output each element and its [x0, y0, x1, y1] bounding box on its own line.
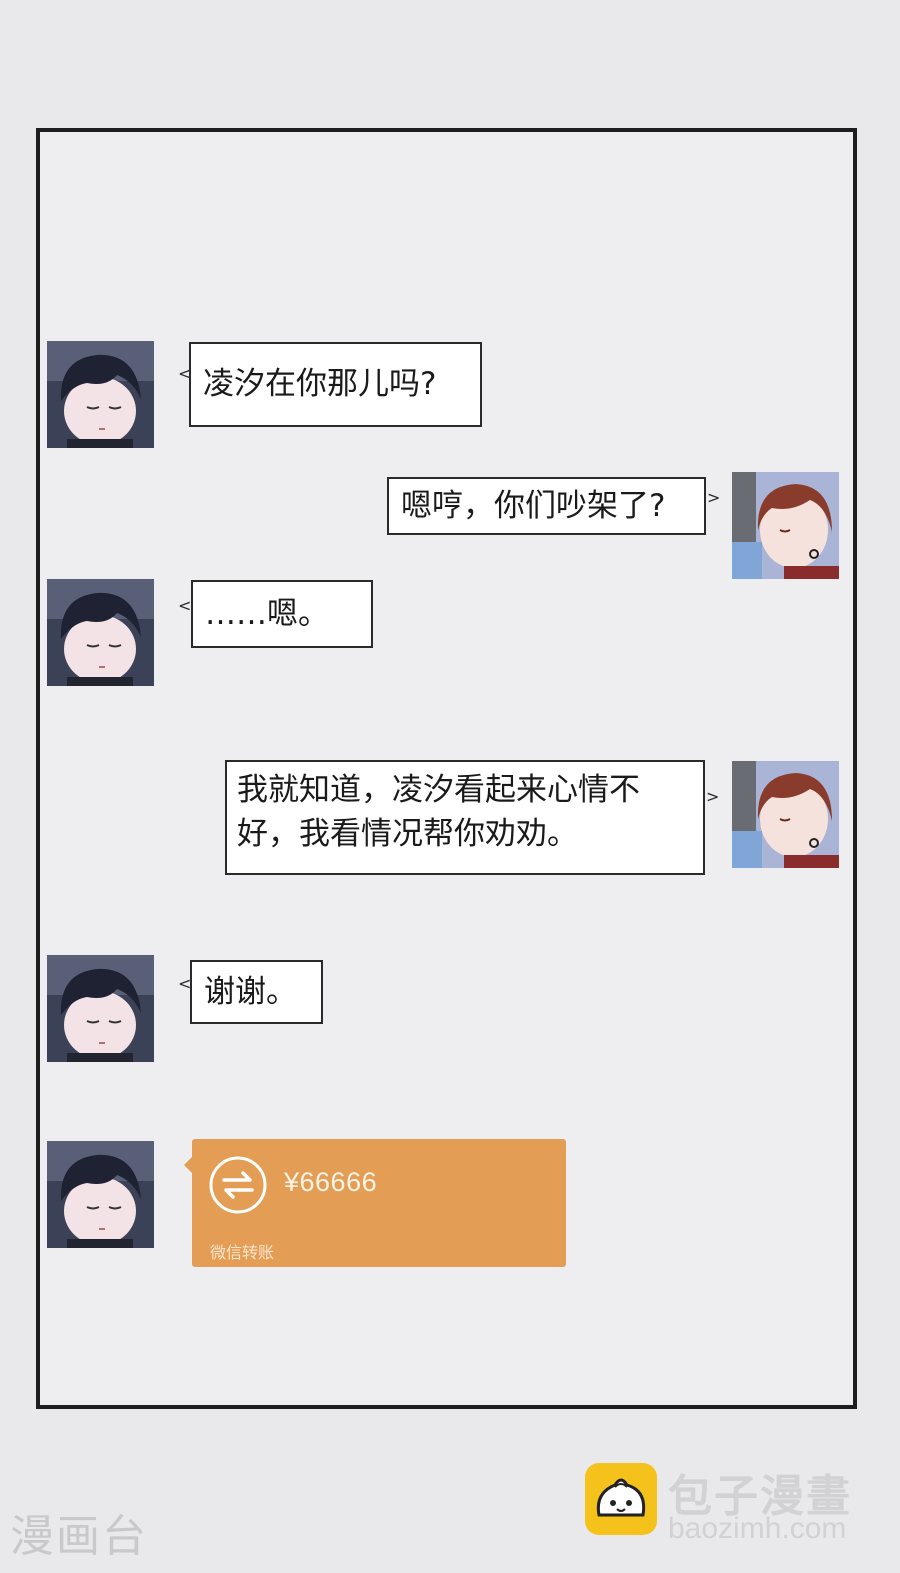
avatar-man[interactable]	[47, 579, 154, 686]
avatar-woman[interactable]	[732, 761, 839, 868]
baozi-logo-icon	[585, 1463, 657, 1535]
transfer-amount: ¥66666	[284, 1167, 378, 1197]
bubble-tail: >	[706, 787, 720, 806]
message-text-line-2: 好，我看情况帮你劝劝。	[237, 816, 578, 852]
message-bubble-3[interactable]: ……嗯。	[191, 580, 373, 648]
message-bubble-2[interactable]: 嗯哼，你们吵架了?	[387, 477, 706, 535]
message-text: 谢谢。	[204, 974, 297, 1010]
bubble-tail: <	[178, 596, 192, 615]
avatar-woman[interactable]	[732, 472, 839, 579]
message-text: ……嗯。	[205, 596, 329, 632]
message-text: 凌汐在你那儿吗?	[203, 366, 437, 402]
message-bubble-5[interactable]: 谢谢。	[190, 960, 323, 1024]
avatar-man[interactable]	[47, 1141, 154, 1248]
message-text: 嗯哼，你们吵架了?	[401, 488, 666, 524]
avatar-man[interactable]	[47, 341, 154, 448]
transfer-card-notch	[184, 1157, 192, 1173]
transfer-label: 微信转账	[210, 1243, 275, 1262]
message-bubble-4[interactable]: 我就知道，凌汐看起来心情不 好，我看情况帮你劝劝。	[225, 760, 705, 875]
watermark-left: 漫画台	[10, 1511, 148, 1562]
message-bubble-1[interactable]: 凌汐在你那儿吗?	[189, 342, 482, 427]
transfer-arrows-icon	[208, 1155, 268, 1215]
watermark-url: baozimh.com	[668, 1512, 847, 1545]
message-text-line-1: 我就知道，凌汐看起来心情不	[237, 772, 640, 808]
bubble-tail: >	[707, 488, 721, 507]
wechat-transfer-card[interactable]: ¥66666 微信转账	[184, 1139, 566, 1267]
avatar-man[interactable]	[47, 955, 154, 1062]
